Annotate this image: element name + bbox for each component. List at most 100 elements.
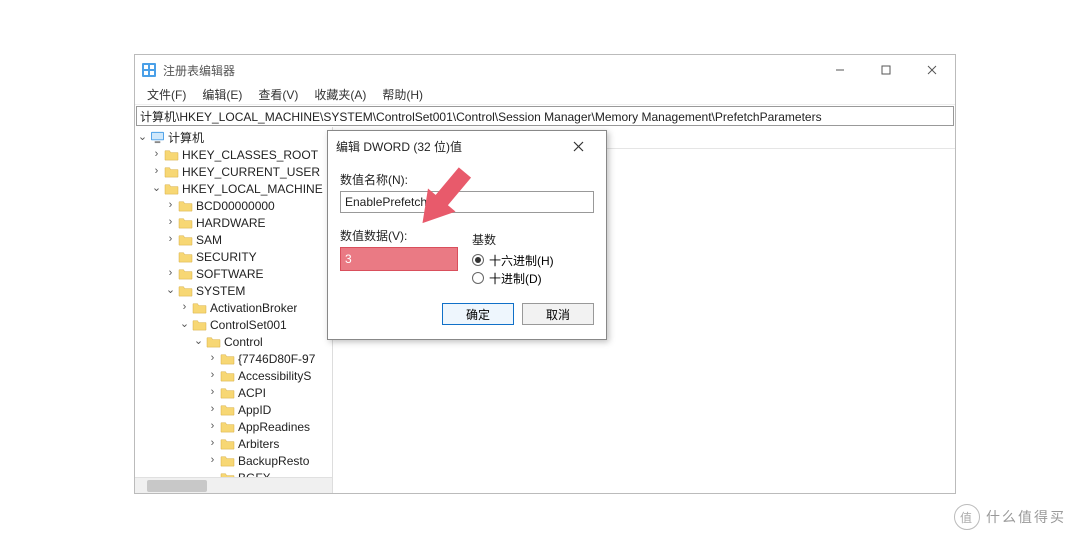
radio-icon [472,254,484,266]
folder-icon [206,335,221,348]
expander-icon[interactable] [165,268,176,279]
maximize-button[interactable] [863,55,909,85]
folder-icon [164,165,179,178]
tree-node-guid[interactable]: {7746D80F-97 [137,350,332,367]
edit-dword-dialog: 编辑 DWORD (32 位)值 数值名称(N): 数值数据(V): 基数 十六… [327,130,607,340]
tree-label: ACPI [238,386,266,400]
expander-icon[interactable] [193,336,204,347]
base-group-label: 基数 [472,231,594,248]
expander-icon[interactable] [137,132,148,143]
tree-node-accessibility[interactable]: AccessibilityS [137,367,332,384]
tree-node-arbiters[interactable]: Arbiters [137,435,332,452]
menubar: 文件(F) 编辑(E) 查看(V) 收藏夹(A) 帮助(H) [135,85,955,105]
tree-node-appreadiness[interactable]: AppReadines [137,418,332,435]
close-button[interactable] [909,55,955,85]
scrollbar-thumb[interactable] [147,480,207,492]
computer-icon [150,131,165,144]
tree-hscrollbar[interactable] [135,477,332,493]
tree-node-acpi[interactable]: ACPI [137,384,332,401]
expander-icon[interactable] [207,370,218,381]
ok-button[interactable]: 确定 [442,303,514,325]
cancel-button[interactable]: 取消 [522,303,594,325]
tree-label: 计算机 [168,129,204,146]
expander-icon[interactable] [151,149,162,160]
expander-icon[interactable] [179,319,190,330]
dialog-close-button[interactable] [558,132,598,160]
tree-label: HKEY_CURRENT_USER [182,165,320,179]
dialog-titlebar: 编辑 DWORD (32 位)值 [328,131,606,161]
titlebar: 注册表编辑器 [135,55,955,85]
tree-label: AppID [238,403,271,417]
menu-favorites[interactable]: 收藏夹(A) [306,84,374,105]
watermark: 值 什么值得买 [954,504,1066,530]
radio-hex[interactable]: 十六进制(H) [472,251,594,269]
registry-tree[interactable]: 计算机 HKEY_CLASSES_ROOT HKEY_CURRENT_USER … [135,127,332,493]
tree-label: AppReadines [238,420,310,434]
expander-icon[interactable] [207,455,218,466]
tree-label: SOFTWARE [196,267,264,281]
tree-node-appid[interactable]: AppID [137,401,332,418]
expander-icon[interactable] [207,387,218,398]
address-bar[interactable]: 计算机\HKEY_LOCAL_MACHINE\SYSTEM\ControlSet… [136,106,954,126]
value-name-input[interactable] [340,191,594,213]
tree-node-control[interactable]: Control [137,333,332,350]
tree-node-hkcu[interactable]: HKEY_CURRENT_USER [137,163,332,180]
value-name-label: 数值名称(N): [340,171,594,188]
expander-icon[interactable] [207,353,218,364]
tree-node-hklm[interactable]: HKEY_LOCAL_MACHINE [137,180,332,197]
tree-node-system[interactable]: SYSTEM [137,282,332,299]
tree-node-sam[interactable]: SAM [137,231,332,248]
menu-file[interactable]: 文件(F) [139,84,194,105]
menu-help[interactable]: 帮助(H) [374,84,431,105]
tree-node-activation[interactable]: ActivationBroker [137,299,332,316]
tree-label: BackupResto [238,454,309,468]
tree-label: BCD00000000 [196,199,275,213]
folder-icon [178,267,193,280]
value-data-label: 数值数据(V): [340,227,458,244]
menu-edit[interactable]: 编辑(E) [194,84,250,105]
radio-dec[interactable]: 十进制(D) [472,269,594,287]
regedit-icon [141,62,157,78]
dialog-title: 编辑 DWORD (32 位)值 [336,138,462,155]
tree-node-software[interactable]: SOFTWARE [137,265,332,282]
expander-icon[interactable] [207,421,218,432]
tree-node-hardware[interactable]: HARDWARE [137,214,332,231]
tree-node-backuprestore[interactable]: BackupResto [137,452,332,469]
tree-node-computer[interactable]: 计算机 [137,129,332,146]
folder-icon [178,216,193,229]
expander-icon[interactable] [207,438,218,449]
folder-icon [178,284,193,297]
radio-label: 十进制(D) [489,270,542,287]
value-data-input[interactable] [340,247,458,271]
tree-label: Arbiters [238,437,279,451]
folder-icon [220,437,235,450]
tree-node-bcd[interactable]: BCD00000000 [137,197,332,214]
tree-label: HKEY_LOCAL_MACHINE [182,182,323,196]
tree-node-security[interactable]: SECURITY [137,248,332,265]
folder-icon [220,403,235,416]
tree-label: ControlSet001 [210,318,287,332]
radio-label: 十六进制(H) [489,252,554,269]
expander-icon[interactable] [165,217,176,228]
expander-icon[interactable] [165,200,176,211]
tree-label: ActivationBroker [210,301,297,315]
expander-icon[interactable] [207,404,218,415]
folder-icon [220,386,235,399]
tree-label: Control [224,335,263,349]
tree-node-controlset[interactable]: ControlSet001 [137,316,332,333]
expander-icon[interactable] [151,166,162,177]
tree-label: HKEY_CLASSES_ROOT [182,148,318,162]
expander-icon[interactable] [165,285,176,296]
expander-icon[interactable] [179,302,190,313]
folder-icon [220,369,235,382]
menu-view[interactable]: 查看(V) [250,84,306,105]
folder-icon [164,148,179,161]
expander-icon[interactable] [151,183,162,194]
folder-icon [178,250,193,263]
window-title: 注册表编辑器 [163,62,235,79]
minimize-button[interactable] [817,55,863,85]
tree-node-hkcr[interactable]: HKEY_CLASSES_ROOT [137,146,332,163]
tree-label: SECURITY [196,250,257,264]
tree-label: {7746D80F-97 [238,352,315,366]
expander-icon[interactable] [165,234,176,245]
